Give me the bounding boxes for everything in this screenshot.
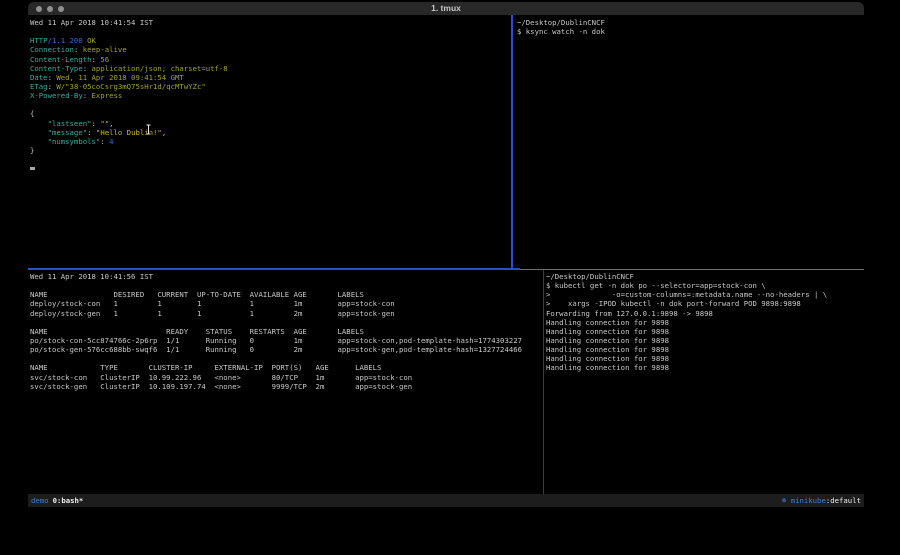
- tmux-status-bar: demo 0:bash* ☸ minikube :default: [28, 494, 864, 507]
- window-titlebar[interactable]: 1. tmux: [28, 2, 864, 15]
- pane-kubectl-get[interactable]: Wed 11 Apr 2018 10:41:56 IST NAME DESIRE…: [28, 270, 543, 494]
- active-window-label[interactable]: 0:bash*: [53, 496, 84, 505]
- tmux-terminal: Wed 11 Apr 2018 10:41:54 IST HTTP/1.1 20…: [28, 15, 864, 494]
- session-name: demo: [31, 496, 49, 505]
- pane-port-forward[interactable]: ~/Desktop/DublinCNCF$ kubectl get -n dok…: [545, 270, 864, 494]
- pane-divider-vertical-bottom[interactable]: [543, 270, 544, 494]
- ksync-watch-output: ~/Desktop/DublinCNCF$ ksync watch -n dok: [513, 15, 864, 36]
- pane-ksync-watch[interactable]: ~/Desktop/DublinCNCF$ ksync watch -n dok: [513, 15, 864, 268]
- mouse-ibeam-cursor: [145, 124, 152, 135]
- pane-http-response[interactable]: Wed 11 Apr 2018 10:41:54 IST HTTP/1.1 20…: [28, 15, 511, 268]
- kube-context: ☸ minikube: [782, 496, 826, 505]
- port-forward-output: ~/Desktop/DublinCNCF$ kubectl get -n dok…: [545, 270, 864, 373]
- kubectl-get-output: Wed 11 Apr 2018 10:41:56 IST NAME DESIRE…: [28, 270, 543, 391]
- terminal-window: 1. tmux Wed 11 Apr 2018 10:41:54 IST HTT…: [28, 2, 864, 507]
- screen: 1. tmux Wed 11 Apr 2018 10:41:54 IST HTT…: [0, 0, 900, 555]
- kube-namespace: :default: [826, 496, 861, 505]
- http-response-output: Wed 11 Apr 2018 10:41:54 IST HTTP/1.1 20…: [28, 15, 511, 155]
- window-title: 1. tmux: [28, 2, 864, 15]
- terminal-cursor: [30, 167, 35, 170]
